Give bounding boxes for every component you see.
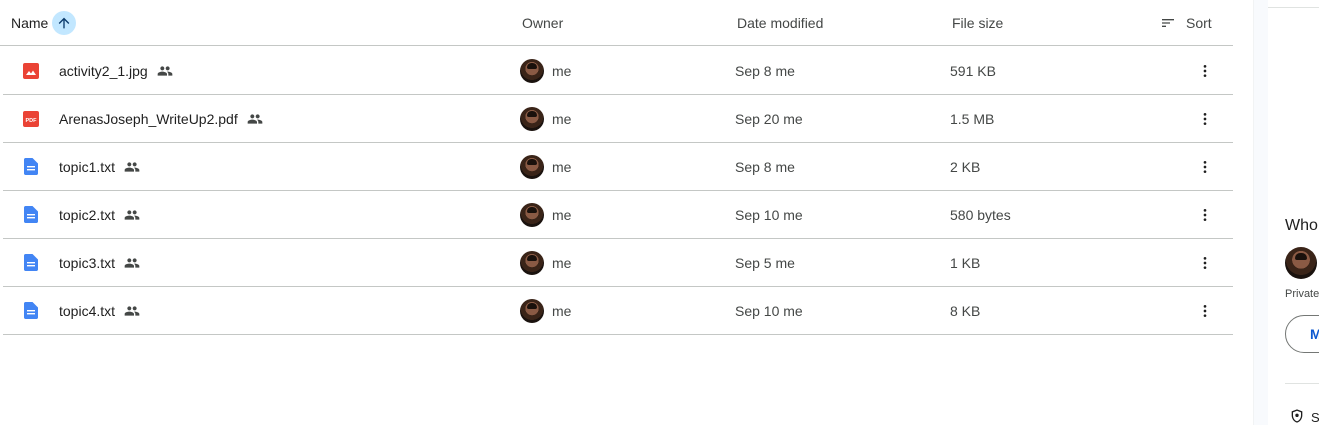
file-size-cell: 591 KB — [950, 62, 996, 79]
column-header-name-label: Name — [11, 15, 49, 31]
people-icon — [124, 207, 140, 223]
more-vert-icon — [1203, 208, 1207, 221]
file-name-text: topic3.txt — [59, 254, 116, 271]
people-icon — [124, 255, 140, 271]
people-icon — [124, 303, 140, 319]
owner-text: me — [552, 254, 572, 271]
file-name-text: topic4.txt — [59, 302, 116, 319]
date-modified-cell: Sep 20 me — [735, 110, 803, 127]
image-file-icon — [21, 47, 41, 94]
owner-cell: me — [520, 287, 571, 334]
owner-text: me — [552, 206, 572, 223]
more-actions-button[interactable] — [1195, 191, 1215, 238]
file-name-text: topic1.txt — [59, 158, 116, 175]
security-lock-icon — [1289, 408, 1305, 429]
more-actions-button[interactable] — [1195, 95, 1215, 142]
date-modified-cell: Sep 10 me — [735, 302, 803, 319]
file-row[interactable]: topic4.txt me Sep 10 me 8 KB — [3, 287, 1233, 335]
people-icon — [247, 111, 263, 127]
date-modified-cell: Sep 10 me — [735, 206, 803, 223]
file-size-cell: 8 KB — [950, 302, 981, 319]
more-vert-icon — [1203, 64, 1207, 77]
file-name[interactable]: topic1.txt — [59, 143, 140, 190]
document-file-icon — [21, 287, 41, 334]
owner-text: me — [552, 62, 572, 79]
panel-section-divider — [1285, 383, 1319, 384]
file-list: Name Owner Date modified File size Sort … — [0, 0, 1233, 425]
file-row[interactable]: PDF ArenasJoseph_WriteUp2.pdf me Sep 20 … — [3, 95, 1233, 143]
avatar — [520, 202, 544, 227]
more-vert-icon — [1203, 160, 1207, 173]
column-header-date-label: Date modified — [737, 15, 824, 31]
column-header-owner[interactable]: Owner — [522, 0, 563, 46]
date-modified-cell: Sep 8 me — [735, 158, 795, 175]
manage-access-label: M — [1310, 326, 1319, 342]
file-name[interactable]: topic3.txt — [59, 239, 140, 286]
more-vert-icon — [1203, 304, 1207, 317]
file-name[interactable]: activity2_1.jpg — [59, 47, 173, 94]
security-section-label: S — [1311, 410, 1319, 425]
column-header-name[interactable]: Name — [11, 0, 77, 46]
avatar — [1285, 247, 1317, 279]
avatar — [520, 250, 544, 275]
date-modified-cell: Sep 8 me — [735, 62, 795, 79]
owner-text: me — [552, 302, 572, 319]
people-icon — [157, 63, 173, 79]
column-header-owner-label: Owner — [522, 15, 564, 31]
file-name[interactable]: ArenasJoseph_WriteUp2.pdf — [59, 95, 263, 142]
avatar — [520, 298, 544, 323]
avatar — [520, 154, 544, 179]
who-has-access-title: Who — [1285, 217, 1318, 234]
details-side-panel: Who Private M S — [1254, 0, 1319, 425]
sort-direction-button[interactable] — [52, 11, 77, 35]
manage-access-button[interactable]: M — [1285, 315, 1319, 353]
more-actions-button[interactable] — [1195, 239, 1215, 286]
file-name-text: topic2.txt — [59, 206, 116, 223]
more-actions-button[interactable] — [1195, 47, 1215, 94]
column-header-size-label: File size — [952, 15, 1004, 31]
people-icon — [124, 159, 140, 175]
sort-menu-button[interactable]: Sort — [1160, 0, 1212, 46]
more-actions-button[interactable] — [1195, 287, 1215, 334]
owner-cell: me — [520, 95, 571, 142]
file-row[interactable]: topic3.txt me Sep 5 me 1 KB — [3, 239, 1233, 287]
document-file-icon — [21, 191, 41, 238]
avatar — [520, 106, 544, 131]
file-row[interactable]: topic1.txt me Sep 8 me 2 KB — [3, 143, 1233, 191]
owner-cell: me — [520, 143, 571, 190]
owner-cell: me — [520, 191, 571, 238]
access-status-text: Private — [1285, 288, 1319, 300]
owner-cell: me — [520, 239, 571, 286]
file-name-text: ArenasJoseph_WriteUp2.pdf — [59, 110, 238, 127]
svg-text:PDF: PDF — [26, 118, 38, 124]
column-header-file-size[interactable]: File size — [952, 0, 1003, 46]
file-size-cell: 580 bytes — [950, 206, 1011, 223]
file-size-cell: 1.5 MB — [950, 110, 995, 127]
owner-cell: me — [520, 47, 571, 94]
date-modified-cell: Sep 5 me — [735, 254, 795, 271]
file-name-text: activity2_1.jpg — [59, 62, 148, 79]
file-name[interactable]: topic2.txt — [59, 191, 140, 238]
owner-text: me — [552, 110, 572, 127]
file-size-cell: 2 KB — [950, 158, 981, 175]
panel-top-divider — [1268, 7, 1319, 8]
more-vert-icon — [1203, 112, 1207, 125]
document-file-icon — [21, 239, 41, 286]
sort-lines-icon — [1160, 15, 1176, 31]
pdf-file-icon: PDF — [21, 95, 41, 142]
file-row[interactable]: activity2_1.jpg me Sep 8 me 591 KB — [3, 47, 1233, 95]
more-actions-button[interactable] — [1195, 143, 1215, 190]
file-row[interactable]: topic2.txt me Sep 10 me 580 bytes — [3, 191, 1233, 239]
document-file-icon — [21, 143, 41, 190]
sort-label: Sort — [1186, 15, 1212, 31]
file-size-cell: 1 KB — [950, 254, 981, 271]
owner-text: me — [552, 158, 572, 175]
more-vert-icon — [1203, 256, 1207, 269]
avatar — [520, 58, 544, 83]
column-header-date-modified[interactable]: Date modified — [737, 0, 823, 46]
arrow-up-icon — [59, 17, 70, 29]
details-panel-card: Who Private M S — [1268, 0, 1319, 425]
list-header: Name Owner Date modified File size Sort — [0, 0, 1233, 46]
file-name[interactable]: topic4.txt — [59, 287, 140, 334]
